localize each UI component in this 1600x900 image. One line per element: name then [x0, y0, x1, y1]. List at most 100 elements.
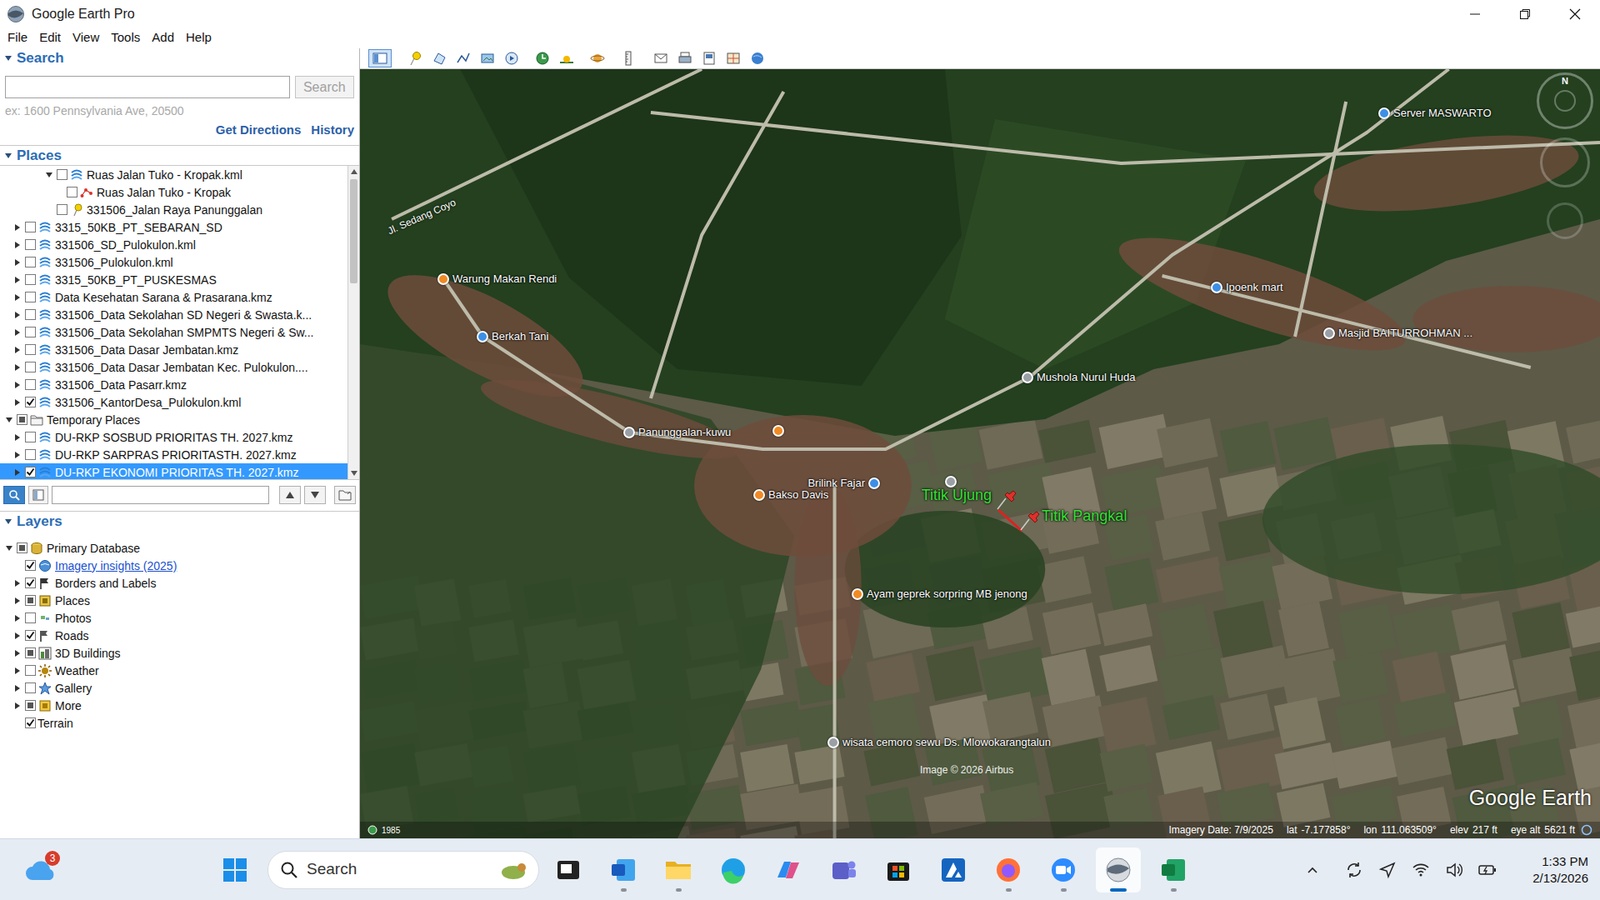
tree-item[interactable]: DU-RKP EKONOMI PRIORITAS TH. 2027.kmz — [0, 463, 348, 480]
map-placemark[interactable]: Ipoenk mart — [1210, 280, 1284, 295]
email-icon[interactable] — [650, 49, 672, 68]
tree-item[interactable]: Places — [0, 591, 360, 610]
item-label[interactable]: Gallery — [55, 679, 92, 697]
map-placemark[interactable]: wisata cemoro sewu Ds. Mlowokarangtalun — [827, 735, 1051, 750]
item-label[interactable]: Roads — [55, 626, 89, 645]
checkbox[interactable] — [25, 577, 36, 589]
location-icon[interactable] — [1376, 859, 1399, 881]
tree-item[interactable]: Terrain — [0, 714, 360, 732]
expand-icon[interactable] — [1, 543, 17, 554]
placemark-dot-icon[interactable] — [1378, 107, 1390, 120]
expand-icon[interactable] — [10, 665, 25, 676]
checkbox[interactable] — [25, 326, 36, 338]
tree-item[interactable]: 3315_50KB_PT_SEBARAN_SD — [0, 218, 348, 236]
tree-item[interactable]: Ruas Jalan Tuko - Kropak — [0, 183, 348, 201]
expand-icon[interactable] — [10, 560, 25, 571]
taskbar-app[interactable] — [985, 847, 1031, 893]
menu-item[interactable]: File — [1, 28, 34, 48]
placemark-label[interactable]: Berkah Tani — [491, 328, 549, 345]
expand-icon[interactable] — [10, 578, 25, 589]
scroll-up-icon[interactable] — [348, 165, 360, 178]
item-label[interactable]: DU-RKP SOSBUD PRIORITAS TH. 2027.kmz — [55, 428, 294, 446]
tour-icon[interactable] — [500, 49, 523, 68]
taskbar-app[interactable] — [545, 847, 591, 893]
wifi-icon[interactable] — [1410, 859, 1432, 881]
map-placemark[interactable]: Ayam geprek sorpring MB jenong — [851, 586, 1028, 602]
taskbar-app[interactable] — [765, 847, 811, 893]
tree-item[interactable]: Imagery insights (2025) — [0, 556, 360, 575]
tree-item[interactable]: 331506_Pulokulon.kml — [0, 253, 348, 271]
tree-item[interactable]: DU-RKP SARPRAS PRIORITASTH. 2027.kmz — [0, 445, 348, 464]
search-button[interactable]: Search — [295, 75, 355, 99]
item-label[interactable]: Places — [55, 591, 90, 610]
taskbar-search[interactable]: Search — [267, 850, 540, 890]
menu-item[interactable]: Edit — [33, 28, 67, 48]
placemark-label[interactable]: Mushola Nurul Huda — [1036, 369, 1136, 386]
expand-icon[interactable] — [10, 240, 25, 250]
expand-icon[interactable] — [10, 292, 25, 303]
tree-item[interactable]: 331506_Data Dasar Jembatan.kmz — [0, 340, 348, 359]
search-link[interactable]: History — [310, 121, 355, 139]
checkbox[interactable] — [25, 309, 36, 320]
placemark-label[interactable]: Bakso Davis — [768, 486, 829, 504]
placemark-dot-icon[interactable] — [623, 426, 635, 439]
expand-icon[interactable] — [10, 222, 25, 233]
tree-item[interactable]: 3315_50KB_PT_PUSKESMAS — [0, 270, 348, 289]
checkbox[interactable] — [25, 431, 36, 443]
taskbar-app[interactable] — [1040, 847, 1086, 893]
item-label[interactable]: 331506_KantorDesa_Pulokulon.kml — [55, 393, 241, 411]
minimize-icon[interactable] — [1450, 0, 1500, 28]
taskbar-app[interactable] — [655, 847, 701, 893]
placemark-icon[interactable] — [404, 49, 426, 68]
placemark-dot-icon[interactable] — [1021, 371, 1034, 384]
map-placemark[interactable]: Bakso Davis — [753, 487, 829, 503]
item-label[interactable]: 3315_50KB_PT_PUSKESMAS — [55, 270, 217, 289]
taskbar-app[interactable] — [600, 847, 646, 893]
checkbox[interactable] — [25, 466, 36, 478]
checkbox[interactable] — [66, 186, 78, 198]
sidebar-toggle-icon[interactable] — [368, 49, 392, 68]
clock[interactable]: 1:33 PM2/13/2026 — [1518, 853, 1589, 887]
item-label[interactable]: 331506_Data Pasarr.kmz — [55, 375, 187, 394]
historical-imagery-icon[interactable] — [531, 49, 554, 68]
menu-item[interactable]: Help — [180, 28, 218, 48]
expand-icon[interactable] — [10, 613, 25, 624]
expand-icon[interactable] — [10, 683, 25, 694]
tree-item[interactable]: 331506_KantorDesa_Pulokulon.kml — [0, 393, 348, 411]
checkbox[interactable] — [25, 291, 36, 303]
expand-icon[interactable] — [10, 718, 25, 729]
placemark-dot-icon[interactable] — [1210, 281, 1223, 294]
taskbar-app[interactable] — [1150, 847, 1196, 893]
expand-icon[interactable] — [10, 467, 25, 478]
map-placemark[interactable]: Server MASWARTO — [1378, 105, 1492, 121]
placemark-dot-icon[interactable] — [945, 475, 957, 488]
checkbox[interactable] — [25, 396, 36, 408]
filter-search-icon[interactable] — [3, 485, 25, 505]
item-label[interactable]: DU-RKP EKONOMI PRIORITAS TH. 2027.kmz — [55, 463, 300, 480]
taskbar-app[interactable] — [1095, 847, 1141, 893]
path-icon[interactable] — [452, 49, 475, 68]
tree-item[interactable]: More — [0, 696, 360, 715]
item-label[interactable]: 331506_Data Dasar Jembatan Kec. Pulokulo… — [55, 358, 309, 376]
move-control[interactable] — [1546, 202, 1584, 240]
expand-icon[interactable] — [10, 432, 25, 443]
checkbox[interactable] — [25, 256, 36, 268]
layers-header[interactable]: Layers — [0, 510, 360, 531]
item-label[interactable]: 331506_Data Dasar Jembatan.kmz — [55, 340, 239, 359]
expand-icon[interactable] — [10, 700, 25, 711]
tree-item[interactable]: 331506_Jalan Raya Panunggalan — [0, 200, 348, 219]
item-label[interactable]: 331506_SD_Pulokulon.kml — [55, 235, 196, 254]
overlay-icon[interactable] — [476, 49, 499, 68]
checkbox[interactable] — [25, 274, 36, 285]
placemark-label[interactable]: Panunggalan-kuwu — [638, 424, 731, 441]
places-filter-input[interactable] — [51, 485, 270, 505]
planets-icon[interactable] — [586, 49, 609, 68]
item-label[interactable]: Temporary Places — [46, 410, 140, 429]
look-control[interactable] — [1540, 137, 1590, 188]
expand-icon[interactable] — [10, 327, 25, 338]
pushpin-label[interactable]: Titik Ujung — [921, 485, 992, 505]
expand-icon[interactable] — [1, 415, 17, 425]
item-label[interactable]: Ruas Jalan Tuko - Kropak — [96, 183, 231, 201]
scroll-down-icon[interactable] — [348, 467, 360, 480]
checkbox[interactable] — [25, 612, 36, 624]
